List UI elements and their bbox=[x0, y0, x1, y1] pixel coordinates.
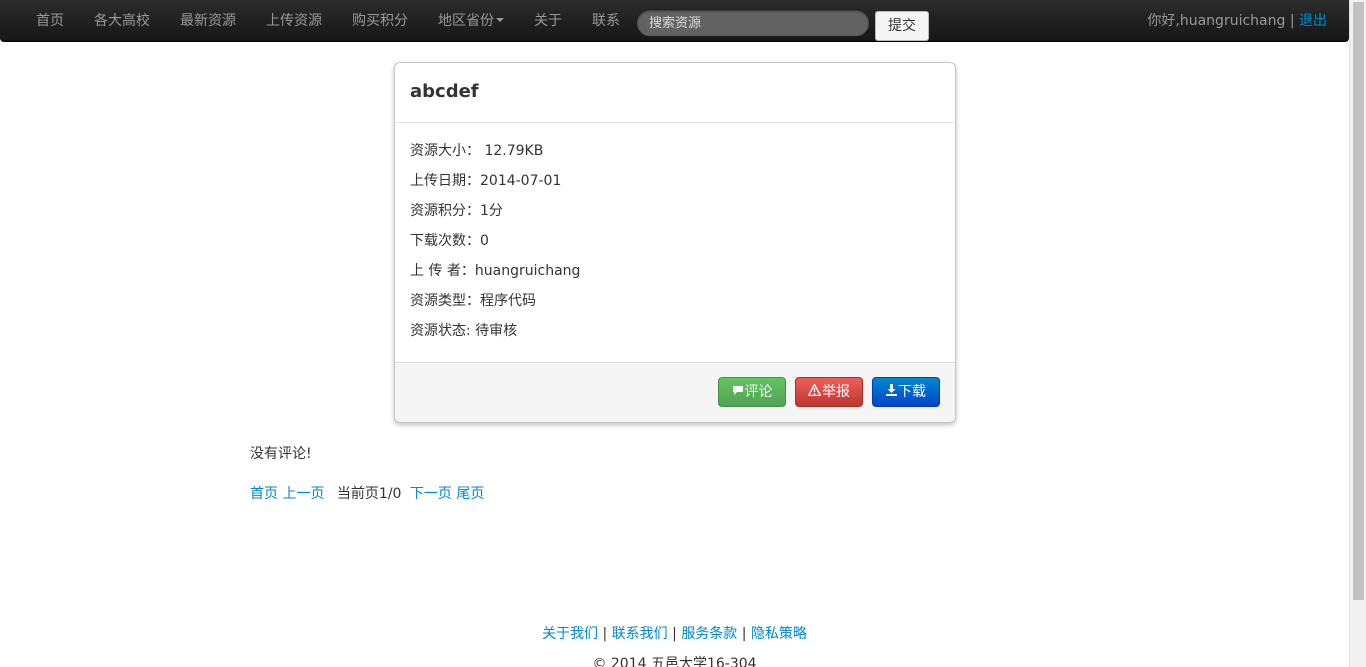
no-comments-text: 没有评论! bbox=[250, 446, 312, 462]
nav-universities[interactable]: 各大高校 bbox=[94, 0, 150, 42]
pager-first[interactable]: 首页 bbox=[250, 486, 278, 502]
caret-down-icon bbox=[496, 18, 504, 22]
nav-region-label: 地区省份 bbox=[438, 13, 494, 29]
footer-privacy[interactable]: 隐私策略 bbox=[751, 626, 807, 642]
resource-type: 资源类型：程序代码 bbox=[410, 293, 536, 309]
pager-last[interactable]: 尾页 bbox=[456, 486, 484, 502]
pager-prev[interactable]: 上一页 bbox=[282, 486, 324, 502]
download-count: 下载次数：0 bbox=[410, 233, 489, 249]
copyright: © 2014 五邑大学16-304 bbox=[592, 656, 757, 667]
pager-current: 当前页1/0 bbox=[336, 486, 402, 502]
nav-about[interactable]: 关于 bbox=[534, 0, 562, 42]
resource-card: abcdef 资源大小： 12.79KB 上传日期：2014-07-01 资源积… bbox=[394, 62, 956, 423]
footer-terms[interactable]: 服务条款 bbox=[681, 626, 737, 642]
page-scrollbar[interactable] bbox=[1349, 0, 1366, 667]
logout-link[interactable]: 退出 bbox=[1299, 13, 1327, 29]
nav-region-dropdown[interactable]: 地区省份 bbox=[438, 0, 504, 42]
resource-status: 资源状态: 待审核 bbox=[410, 323, 518, 339]
card-header: abcdef bbox=[395, 63, 955, 123]
submit-button[interactable]: 提交 bbox=[875, 11, 929, 41]
navbar: 首页 各大高校 最新资源 上传资源 购买积分 地区省份 关于 联系 提交 你好,… bbox=[0, 0, 1349, 42]
footer-links: 关于我们 | 联系我们 | 服务条款 | 隐私策略 bbox=[0, 624, 1349, 644]
upload-date: 上传日期：2014-07-01 bbox=[410, 173, 562, 189]
warning-icon bbox=[807, 378, 822, 406]
card-footer: 评论 举报 下载 bbox=[395, 362, 955, 422]
report-button-label: 举报 bbox=[822, 384, 850, 400]
resource-size: 资源大小： 12.79KB bbox=[410, 143, 544, 159]
greeting-separator: | bbox=[1289, 13, 1295, 29]
nav-home[interactable]: 首页 bbox=[36, 0, 64, 42]
download-button-label: 下载 bbox=[898, 384, 926, 400]
footer-about-us[interactable]: 关于我们 bbox=[542, 626, 598, 642]
download-button[interactable]: 下载 bbox=[872, 377, 940, 407]
search-input[interactable] bbox=[636, 9, 870, 37]
resource-title: abcdef bbox=[410, 81, 479, 102]
comment-button[interactable]: 评论 bbox=[718, 377, 786, 407]
resource-points: 资源积分：1分 bbox=[410, 203, 503, 219]
pager: 首页 上一页 当前页1/0 下一页 尾页 bbox=[250, 484, 484, 504]
comment-button-label: 评论 bbox=[744, 384, 773, 400]
greeting-text: 你好,huangruichang bbox=[1147, 13, 1286, 29]
nav-upload-resource[interactable]: 上传资源 bbox=[266, 0, 322, 42]
scrollbar-thumb[interactable] bbox=[1353, 2, 1364, 600]
footer-separator: | bbox=[672, 626, 677, 642]
comment-icon bbox=[732, 378, 744, 406]
footer-separator: | bbox=[602, 626, 608, 642]
user-greeting-area: 你好,huangruichang | 退出 bbox=[1147, 0, 1327, 42]
card-body: 资源大小： 12.79KB 上传日期：2014-07-01 资源积分：1分 下载… bbox=[395, 123, 955, 363]
footer-separator: | bbox=[741, 626, 747, 642]
footer-contact-us[interactable]: 联系我们 bbox=[612, 626, 668, 642]
nav-latest-resources[interactable]: 最新资源 bbox=[180, 0, 236, 42]
uploader: 上 传 者：huangruichang bbox=[410, 263, 581, 279]
nav-buy-points[interactable]: 购买积分 bbox=[352, 0, 408, 42]
nav-contact[interactable]: 联系 bbox=[592, 0, 620, 42]
report-button[interactable]: 举报 bbox=[795, 377, 863, 407]
download-icon bbox=[886, 378, 897, 406]
pager-next[interactable]: 下一页 bbox=[410, 486, 452, 502]
page: 首页 各大高校 最新资源 上传资源 购买积分 地区省份 关于 联系 提交 你好,… bbox=[0, 0, 1366, 667]
